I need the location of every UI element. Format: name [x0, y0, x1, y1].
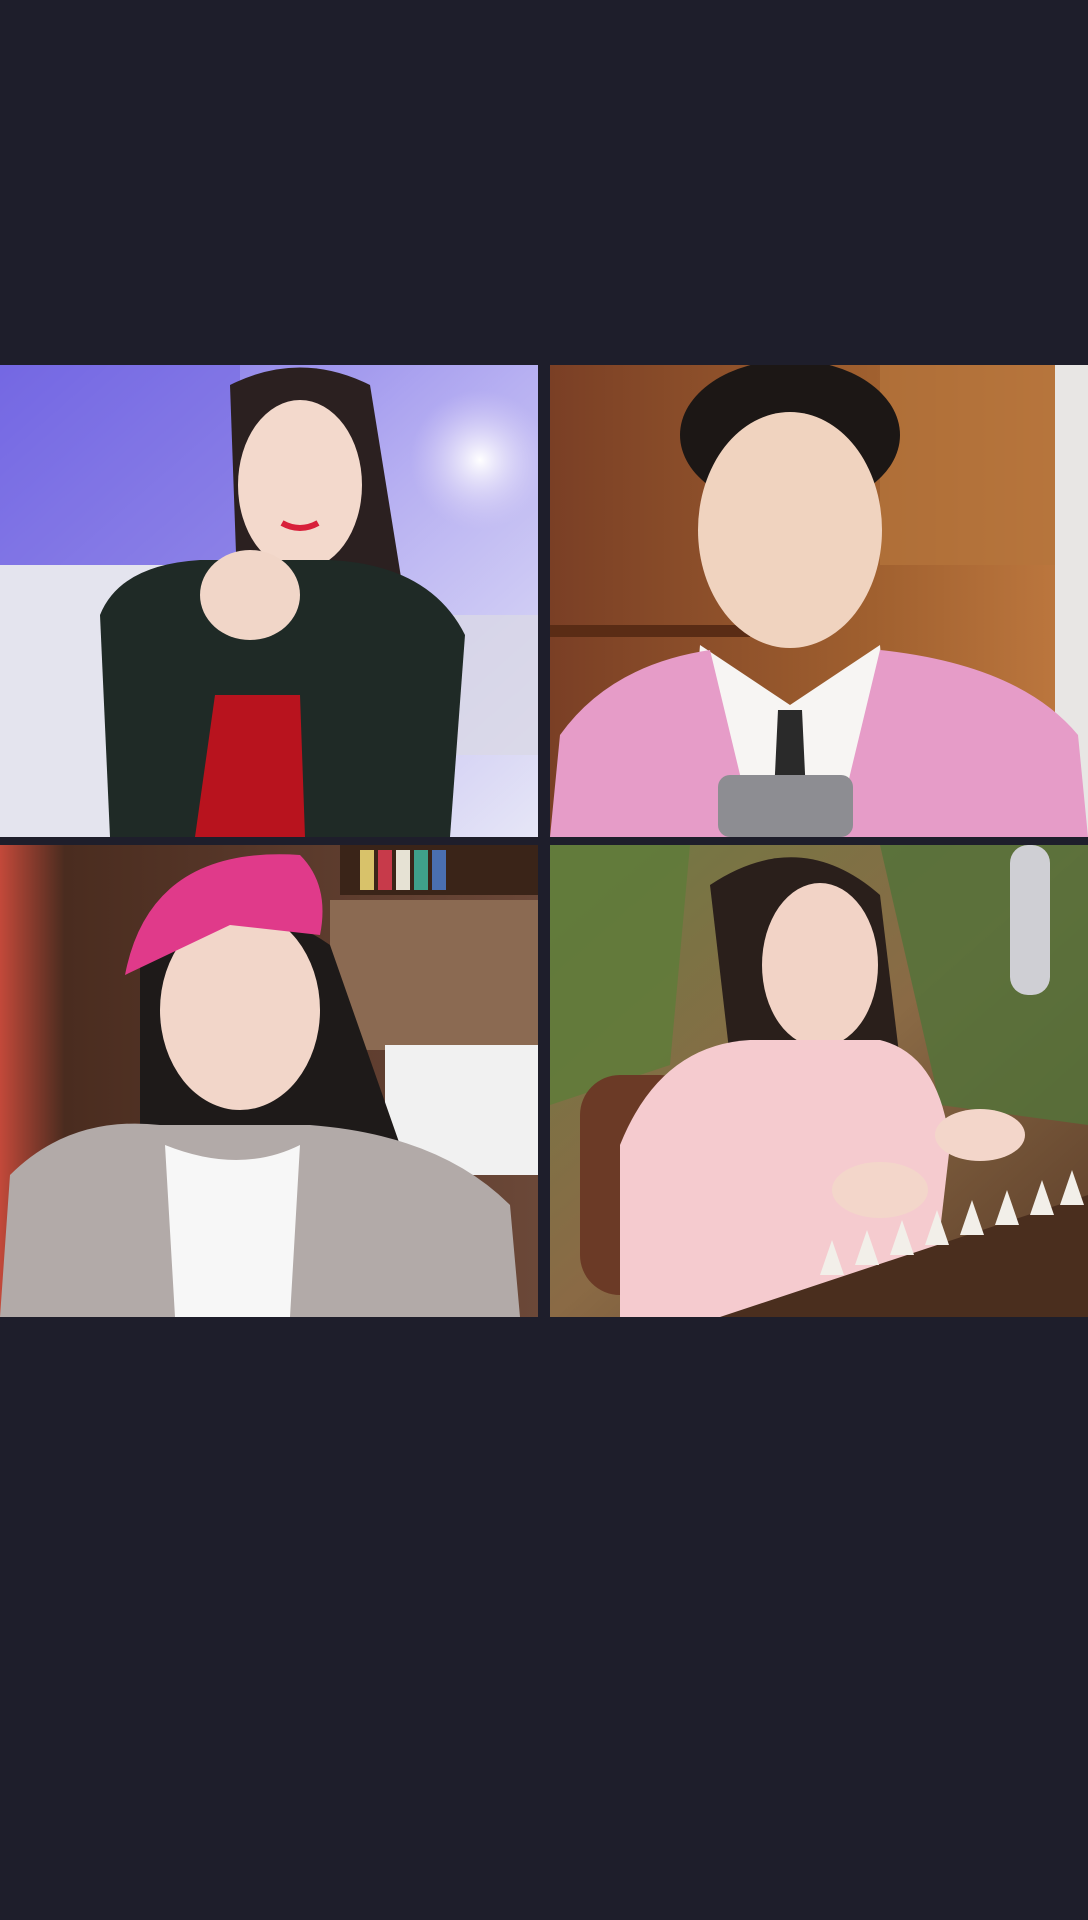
video-frame-3 [0, 845, 538, 1317]
participant-video-2[interactable] [550, 365, 1088, 837]
participant-video-1[interactable] [0, 365, 538, 837]
participant-video-3[interactable] [0, 845, 538, 1317]
participant-video-4[interactable] [550, 845, 1088, 1317]
video-frame-2 [550, 365, 1088, 837]
video-grid [0, 365, 1088, 1317]
video-frame-4 [550, 845, 1088, 1317]
video-frame-1 [0, 365, 538, 837]
